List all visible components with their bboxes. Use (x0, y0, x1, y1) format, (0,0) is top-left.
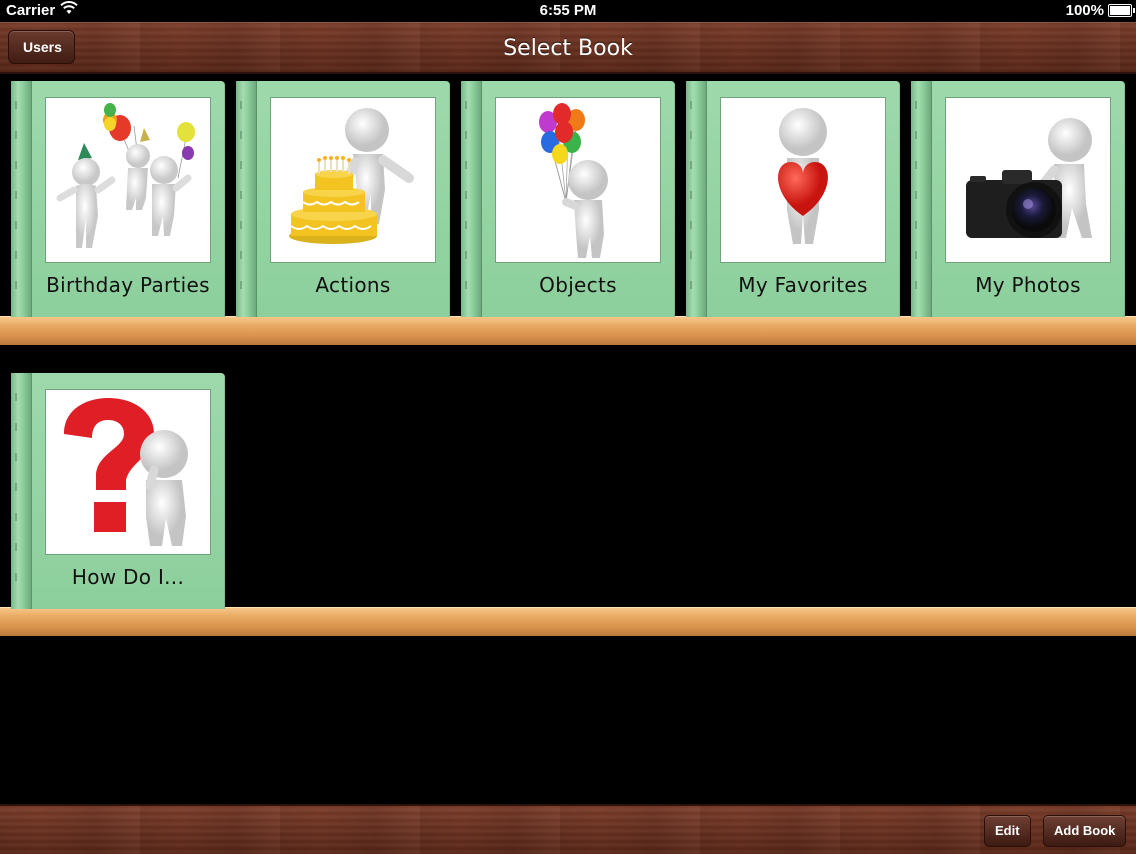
navigation-bar: Users Select Book (0, 22, 1136, 74)
page-title: Select Book (503, 36, 633, 61)
cake-illustration (270, 97, 436, 263)
status-bar: Carrier 6:55 PM 100% (0, 0, 1136, 22)
book-spine (461, 81, 482, 317)
book-title: My Favorites (738, 273, 868, 297)
add-book-button[interactable]: Add Book (1043, 815, 1127, 847)
book-title: Actions (315, 273, 391, 297)
book-spine (911, 81, 932, 317)
question-mark-illustration (45, 389, 211, 555)
shelf-bottom (0, 607, 1136, 640)
status-time: 6:55 PM (539, 2, 597, 19)
book-title: My Photos (975, 273, 1081, 297)
balloons-illustration (495, 97, 661, 263)
bottom-toolbar: Edit Add Book (0, 804, 1136, 854)
birthday-party-illustration (45, 97, 211, 263)
book-spine (236, 81, 257, 317)
battery-icon (1108, 4, 1135, 17)
book-how-do-i[interactable]: How Do I... (11, 373, 225, 609)
book-spine (11, 373, 32, 609)
book-birthday-parties[interactable]: Birthday Parties (11, 81, 225, 317)
battery-percent: 100% (1065, 2, 1104, 19)
book-objects[interactable]: Objects (461, 81, 675, 317)
shelf-top (0, 316, 1136, 349)
camera-illustration (945, 97, 1111, 263)
book-title: Birthday Parties (46, 273, 210, 297)
heart-illustration (720, 97, 886, 263)
book-my-favorites[interactable]: My Favorites (686, 81, 900, 317)
book-spine (11, 81, 32, 317)
book-title: How Do I... (71, 565, 185, 589)
book-actions[interactable]: Actions (236, 81, 450, 317)
edit-button[interactable]: Edit (984, 815, 1031, 847)
book-title: Objects (539, 273, 617, 297)
book-spine (686, 81, 707, 317)
book-my-photos[interactable]: My Photos (911, 81, 1125, 317)
